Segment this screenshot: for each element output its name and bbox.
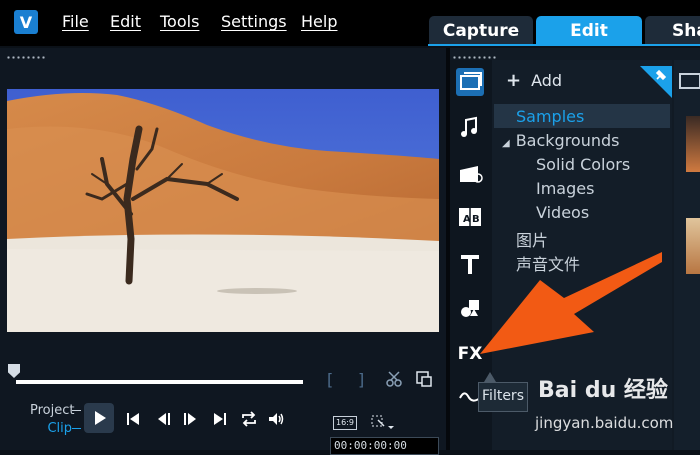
library-thumbnail[interactable] [686, 218, 700, 274]
library-thumbnail[interactable] [686, 116, 700, 172]
pin-glyph-icon [655, 69, 667, 81]
plus-icon: + [506, 70, 522, 91]
play-button[interactable] [84, 403, 114, 433]
go-to-start-icon[interactable] [124, 410, 142, 428]
tree-item-videos[interactable]: Videos [536, 203, 589, 222]
project-dash [72, 410, 81, 411]
tree-item-solid-colors[interactable]: Solid Colors [536, 155, 630, 174]
crop-dropdown-icon[interactable] [370, 414, 396, 432]
tree-item-backgrounds-label: Backgrounds [515, 131, 620, 150]
clip-dash [72, 428, 81, 429]
project-mode-label[interactable]: Project [30, 403, 74, 418]
svg-text:A: A [463, 214, 471, 225]
annotation-arrow [480, 252, 662, 354]
menu-tools[interactable]: Tools [160, 12, 199, 31]
tab-capture[interactable]: Capture [429, 16, 533, 46]
menu-edit[interactable]: Edit [110, 12, 141, 31]
play-icon [95, 411, 106, 425]
transition-category-icon[interactable]: AB [456, 204, 484, 232]
mark-out-icon[interactable]: ] [358, 370, 364, 389]
aspect-ratio-selector[interactable]: 16:9 [333, 416, 357, 430]
watermark-url: jingyan.baidu.com [535, 414, 674, 432]
volume-icon[interactable] [267, 410, 285, 428]
preview-desert-image [7, 89, 439, 332]
watermark-logo: Bai du 经验 [538, 378, 668, 403]
scissors-icon[interactable] [385, 370, 403, 388]
library-grip[interactable] [452, 56, 496, 59]
tooltip-tail [484, 372, 496, 382]
timecode-display[interactable]: 00:00:00:00 [330, 437, 439, 455]
panel-grip[interactable] [6, 56, 46, 59]
menu-settings[interactable]: Settings [221, 12, 287, 31]
audio-category-icon[interactable] [456, 114, 484, 142]
tab-underline [428, 44, 700, 46]
enlarge-preview-icon[interactable] [415, 370, 433, 388]
menu-help[interactable]: Help [301, 12, 337, 31]
add-label: Add [531, 71, 563, 90]
tab-share[interactable]: Sha [645, 16, 700, 46]
media-category-icon[interactable] [456, 68, 484, 96]
mark-in-icon[interactable]: [ [327, 370, 333, 389]
go-to-end-icon[interactable] [211, 410, 229, 428]
add-folder-button[interactable]: + Add [506, 70, 562, 91]
view-toggle-icon[interactable] [678, 68, 700, 90]
previous-frame-icon[interactable] [155, 410, 173, 428]
app-logo-icon[interactable]: V [14, 10, 38, 34]
tab-edit[interactable]: Edit [536, 16, 642, 46]
clip-mode-label[interactable]: Clip [30, 421, 72, 436]
svg-text:B: B [472, 214, 480, 225]
menu-file[interactable]: File [62, 12, 89, 31]
tree-item-backgrounds[interactable]: ◢ Backgrounds [502, 131, 620, 150]
filters-tooltip: Filters [478, 382, 528, 412]
tree-item-images[interactable]: Images [536, 179, 594, 198]
timeline-track[interactable] [16, 380, 303, 384]
repeat-icon[interactable] [240, 410, 258, 428]
video-preview [7, 89, 439, 332]
expand-triangle-icon[interactable]: ◢ [502, 138, 510, 149]
next-frame-icon[interactable] [181, 410, 199, 428]
tree-item-samples[interactable]: Samples [516, 107, 584, 126]
instant-project-icon[interactable] [456, 160, 484, 188]
